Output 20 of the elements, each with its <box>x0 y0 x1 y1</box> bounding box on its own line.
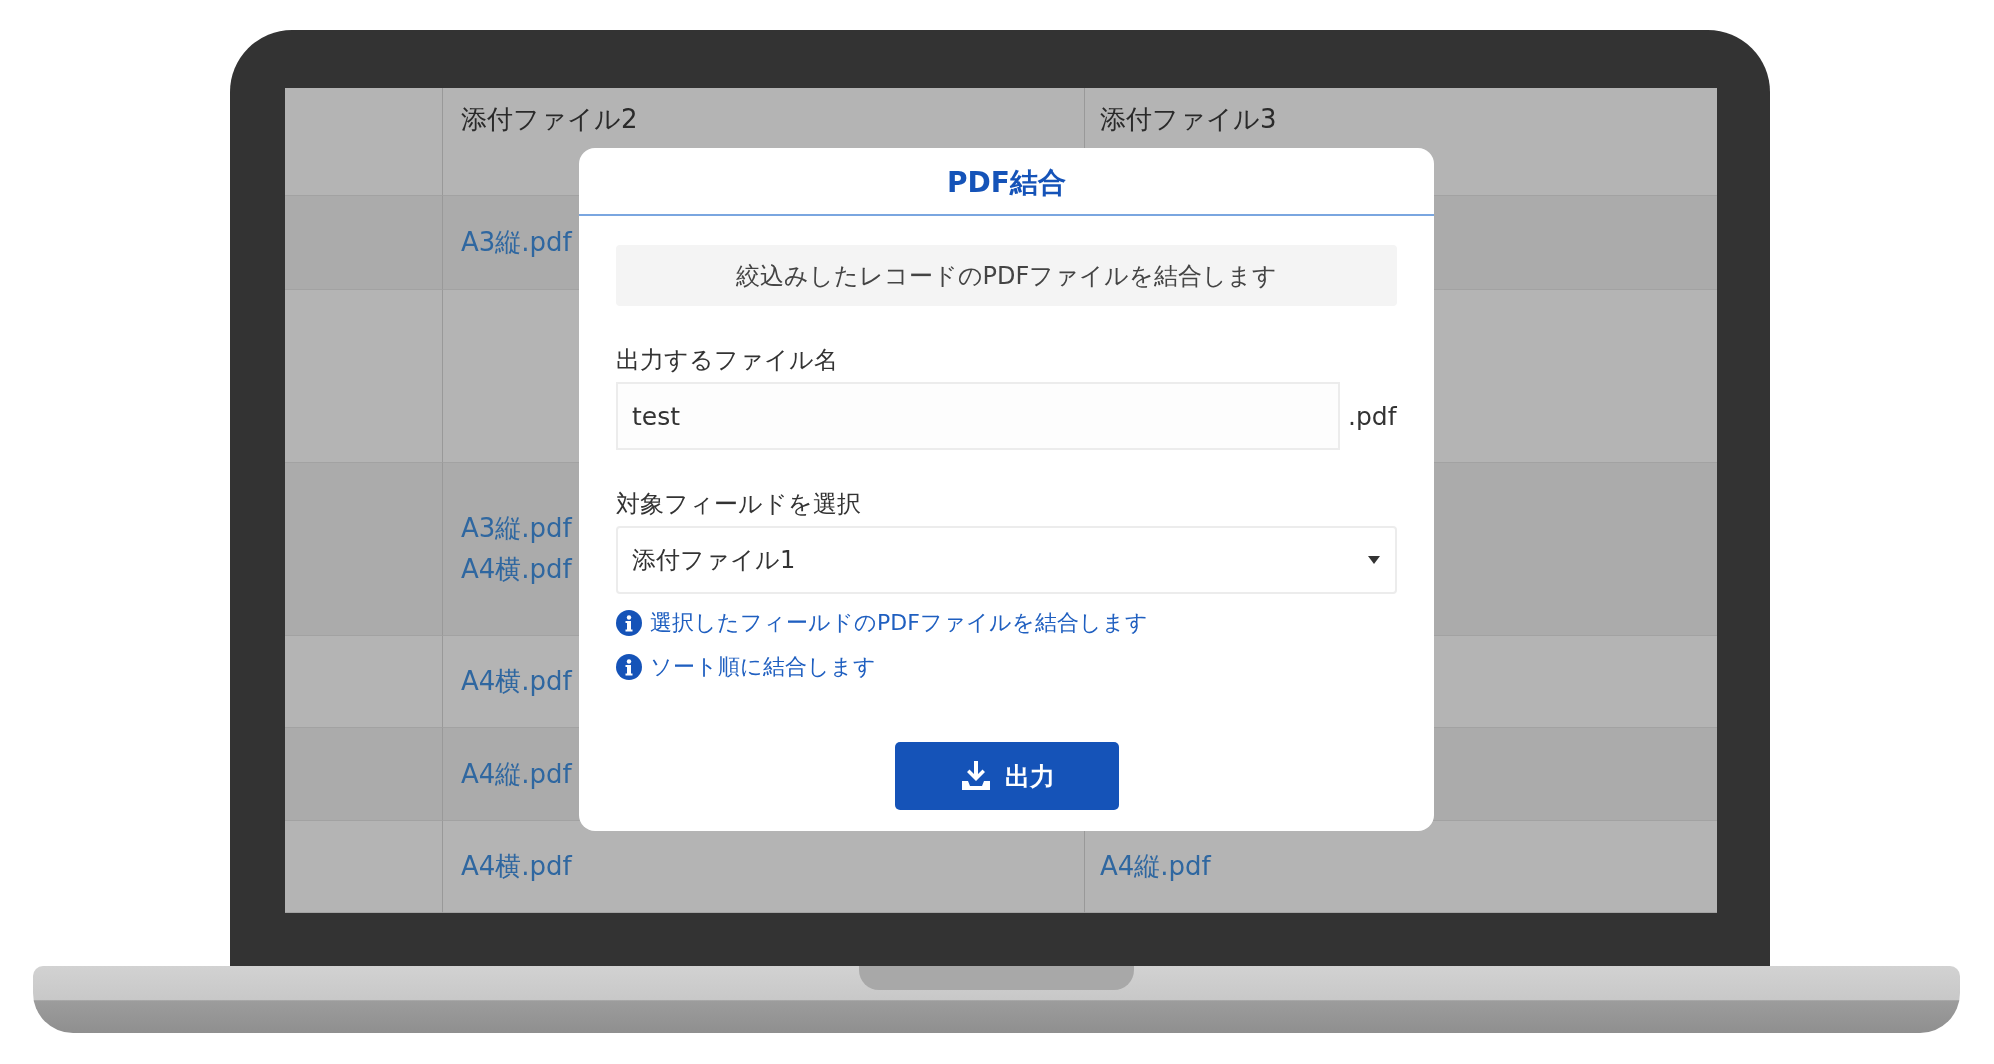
file-link[interactable]: A3縦.pdf <box>461 225 572 260</box>
file-link[interactable]: A3縦.pdf <box>461 511 572 546</box>
field-dropdown[interactable]: 添付ファイル1 <box>616 526 1397 594</box>
filename-field[interactable]: test <box>616 382 1340 450</box>
field-label: 出力するファイル名 <box>616 345 838 376</box>
extension-label: .pdf <box>1348 401 1397 431</box>
file-link[interactable]: A4縦.pdf <box>461 756 572 792</box>
info-icon <box>616 654 642 680</box>
field-label: 対象フィールドを選択 <box>616 489 861 520</box>
info-text: 選択したフィールドのPDFファイルを結合します <box>650 609 1148 637</box>
info-text: ソート順に結合します <box>650 653 876 681</box>
info-icon <box>616 610 642 636</box>
dialog-title: PDF結合 <box>579 148 1434 216</box>
file-link[interactable]: A4横.pdf <box>461 552 572 587</box>
file-link[interactable]: A4縦.pdf <box>1100 849 1211 884</box>
file-link[interactable]: A4横.pdf <box>461 849 572 884</box>
export-button[interactable]: 出力 <box>894 742 1119 810</box>
notice-text: 絞込みしたレコードのPDFファイルを結合します <box>616 245 1397 306</box>
caret-icon <box>1367 555 1381 565</box>
file-link[interactable]: A4横.pdf <box>461 664 572 699</box>
